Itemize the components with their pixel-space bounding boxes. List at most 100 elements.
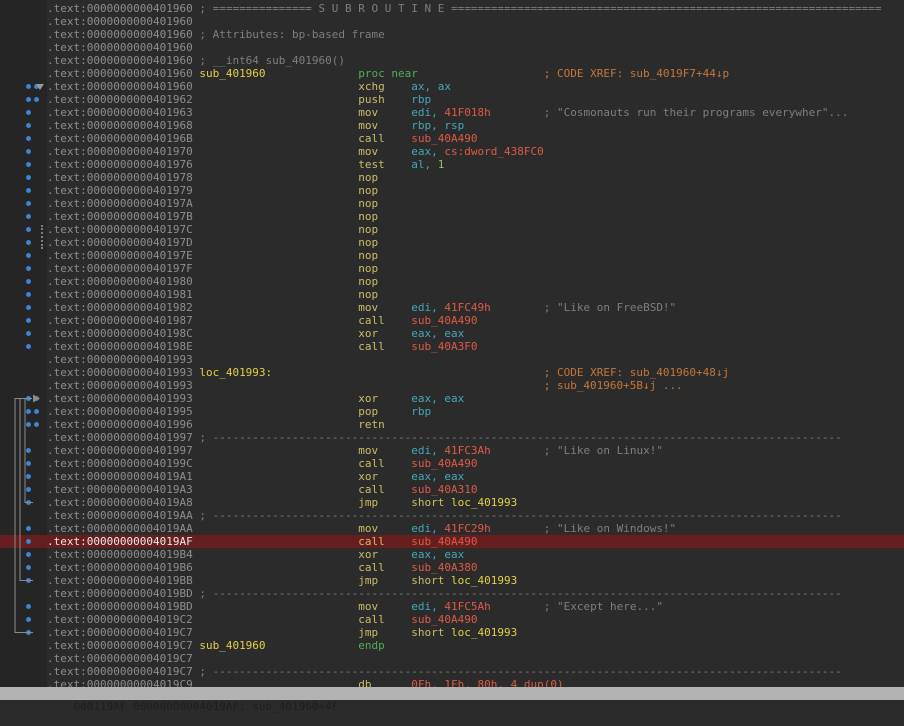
asm-line[interactable]: .text:00000000004019A8 jmp short loc_401… xyxy=(0,496,904,509)
asm-line[interactable]: .text:0000000000401960 xchg ax, ax xyxy=(0,80,904,93)
breakpoint-dot[interactable] xyxy=(26,409,31,414)
breakpoint-dot[interactable] xyxy=(26,617,31,622)
breakpoint-dot[interactable] xyxy=(26,578,31,583)
asm-line[interactable]: .text:00000000004019A1 xor eax, eax xyxy=(0,470,904,483)
breakpoint-dot[interactable] xyxy=(26,305,31,310)
asm-line[interactable]: .text:000000000040198E call sub_40A3F0 xyxy=(0,340,904,353)
asm-line[interactable]: .text:0000000000401963 mov edi, 41F018h … xyxy=(0,106,904,119)
asm-line[interactable]: .text:0000000000401982 mov edi, 41FC49h … xyxy=(0,301,904,314)
line-address: .text:0000000000401963 xyxy=(47,106,199,119)
breakpoint-dot[interactable] xyxy=(26,448,31,453)
asm-line[interactable]: .text:0000000000401997 mov edi, 41FC3Ah … xyxy=(0,444,904,457)
breakpoint-dot[interactable] xyxy=(26,422,31,427)
asm-line[interactable]: .text:0000000000401993 ; sub_401960+5B↓j… xyxy=(0,379,904,392)
asm-line[interactable]: .text:000000000040197B nop xyxy=(0,210,904,223)
asm-line[interactable]: .text:00000000004019C7 sub_401960 endp xyxy=(0,639,904,652)
asm-line[interactable]: .text:00000000004019AA mov edi, 41FC29h … xyxy=(0,522,904,535)
asm-line[interactable]: .text:000000000040197E nop xyxy=(0,249,904,262)
breakpoint-dot[interactable] xyxy=(26,539,31,544)
breakpoint-dot[interactable] xyxy=(26,201,31,206)
asm-line[interactable]: .text:00000000004019C2 call sub_40A490 xyxy=(0,613,904,626)
breakpoint-dot[interactable] xyxy=(34,396,39,401)
asm-line[interactable]: .text:0000000000401980 nop xyxy=(0,275,904,288)
breakpoint-dot[interactable] xyxy=(26,565,31,570)
asm-line[interactable]: .text:0000000000401996 retn xyxy=(0,418,904,431)
breakpoint-dot[interactable] xyxy=(26,604,31,609)
breakpoint-dot[interactable] xyxy=(26,123,31,128)
asm-line[interactable]: .text:00000000004019AF call sub_40A490 xyxy=(0,535,904,548)
line-address: .text:0000000000401968 xyxy=(47,119,199,132)
breakpoint-dot[interactable] xyxy=(26,344,31,349)
line-address: .text:0000000000401962 xyxy=(47,93,199,106)
breakpoint-dot[interactable] xyxy=(26,240,31,245)
asm-line[interactable]: .text:00000000004019AA ; ---------------… xyxy=(0,509,904,522)
collapse-arrow-icon[interactable] xyxy=(36,84,44,90)
breakpoint-dot[interactable] xyxy=(26,84,31,89)
breakpoint-dot[interactable] xyxy=(26,97,31,102)
asm-line[interactable]: .text:0000000000401968 mov rbp, rsp xyxy=(0,119,904,132)
breakpoint-dot[interactable] xyxy=(26,188,31,193)
asm-line[interactable]: .text:000000000040198C xor eax, eax xyxy=(0,327,904,340)
breakpoint-dot[interactable] xyxy=(26,500,31,505)
breakpoint-dot[interactable] xyxy=(26,162,31,167)
asm-line[interactable]: .text:0000000000401987 call sub_40A490 xyxy=(0,314,904,327)
breakpoint-dot[interactable] xyxy=(26,630,31,635)
line-address: .text:0000000000401981 xyxy=(47,288,199,301)
breakpoint-dot[interactable] xyxy=(26,552,31,557)
asm-line[interactable]: .text:0000000000401960 ; ===============… xyxy=(0,2,904,15)
breakpoint-dot[interactable] xyxy=(26,461,31,466)
asm-line[interactable]: .text:000000000040199C call sub_40A490 xyxy=(0,457,904,470)
asm-line[interactable]: .text:000000000040197D nop xyxy=(0,236,904,249)
asm-line[interactable]: .text:0000000000401978 nop xyxy=(0,171,904,184)
breakpoint-dot[interactable] xyxy=(26,214,31,219)
breakpoint-dot[interactable] xyxy=(26,487,31,492)
asm-line[interactable]: .text:0000000000401993 xor eax, eax xyxy=(0,392,904,405)
breakpoint-dot[interactable] xyxy=(26,266,31,271)
breakpoint-dot[interactable] xyxy=(26,110,31,115)
breakpoint-dot[interactable] xyxy=(26,136,31,141)
asm-line[interactable]: .text:0000000000401993 loc_401993: ; COD… xyxy=(0,366,904,379)
asm-line[interactable]: .text:000000000040197A nop xyxy=(0,197,904,210)
breakpoint-dot[interactable] xyxy=(34,409,39,414)
asm-line[interactable]: .text:0000000000401970 mov eax, cs:dword… xyxy=(0,145,904,158)
asm-line[interactable]: .text:00000000004019BD mov edi, 41FC5Ah … xyxy=(0,600,904,613)
breakpoint-dot[interactable] xyxy=(26,149,31,154)
asm-line[interactable]: .text:00000000004019B6 call sub_40A380 xyxy=(0,561,904,574)
asm-num: 41FC29h xyxy=(444,522,490,535)
asm-line[interactable]: .text:000000000040196B call sub_40A490 xyxy=(0,132,904,145)
asm-line[interactable]: .text:000000000040197F nop xyxy=(0,262,904,275)
asm-line[interactable]: .text:00000000004019C7 xyxy=(0,652,904,665)
breakpoint-dot[interactable] xyxy=(34,97,39,102)
asm-line[interactable]: .text:00000000004019A3 call sub_40A310 xyxy=(0,483,904,496)
asm-line[interactable]: .text:00000000004019B4 xor eax, eax xyxy=(0,548,904,561)
asm-line[interactable]: .text:0000000000401979 nop xyxy=(0,184,904,197)
asm-line[interactable]: .text:00000000004019BD ; ---------------… xyxy=(0,587,904,600)
breakpoint-dot[interactable] xyxy=(26,396,31,401)
breakpoint-dot[interactable] xyxy=(26,227,31,232)
breakpoint-dot[interactable] xyxy=(26,279,31,284)
asm-line[interactable]: .text:0000000000401960 sub_401960 proc n… xyxy=(0,67,904,80)
asm-line[interactable]: .text:0000000000401960 xyxy=(0,15,904,28)
asm-line[interactable]: .text:0000000000401993 xyxy=(0,353,904,366)
asm-line[interactable]: .text:0000000000401997 ; ---------------… xyxy=(0,431,904,444)
asm-line[interactable]: .text:000000000040197C nop xyxy=(0,223,904,236)
breakpoint-dot[interactable] xyxy=(26,526,31,531)
asm-line[interactable]: .text:00000000004019BB jmp short loc_401… xyxy=(0,574,904,587)
asm-line[interactable]: .text:0000000000401995 pop rbp xyxy=(0,405,904,418)
asm-line[interactable]: .text:0000000000401976 test al, 1 xyxy=(0,158,904,171)
asm-line[interactable]: .text:00000000004019C7 ; ---------------… xyxy=(0,665,904,678)
asm-line[interactable]: .text:0000000000401962 push rbp xyxy=(0,93,904,106)
breakpoint-dot[interactable] xyxy=(34,422,39,427)
breakpoint-dot[interactable] xyxy=(26,253,31,258)
breakpoint-dot[interactable] xyxy=(26,331,31,336)
asm-line[interactable]: .text:0000000000401960 ; Attributes: bp-… xyxy=(0,28,904,41)
asm-line[interactable]: .text:0000000000401981 nop xyxy=(0,288,904,301)
breakpoint-dot[interactable] xyxy=(26,318,31,323)
asm-line[interactable]: .text:0000000000401960 ; __int64 sub_401… xyxy=(0,54,904,67)
breakpoint-dot[interactable] xyxy=(26,474,31,479)
breakpoint-dot[interactable] xyxy=(26,292,31,297)
asm-line[interactable]: .text:0000000000401960 xyxy=(0,41,904,54)
line-address: .text:00000000004019AA xyxy=(47,509,199,522)
asm-line[interactable]: .text:00000000004019C7 jmp short loc_401… xyxy=(0,626,904,639)
breakpoint-dot[interactable] xyxy=(26,175,31,180)
